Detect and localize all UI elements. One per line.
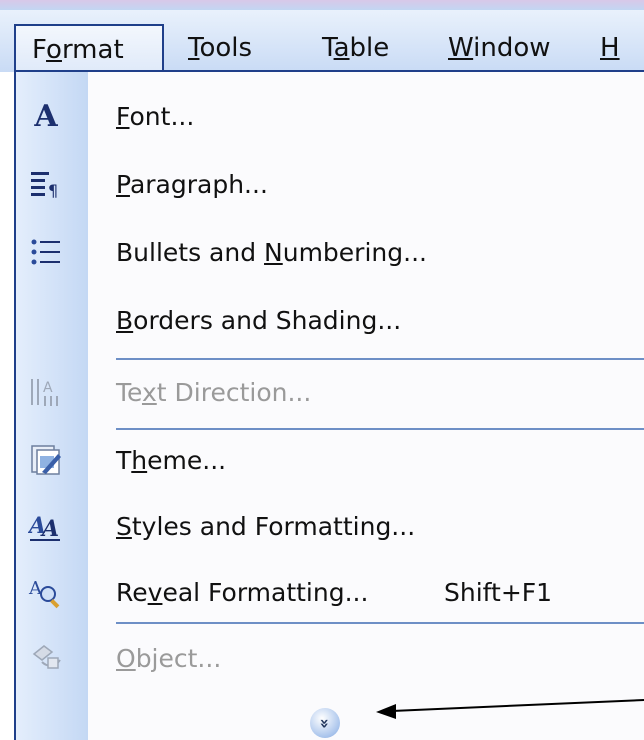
- annotation-arrow: [376, 699, 644, 719]
